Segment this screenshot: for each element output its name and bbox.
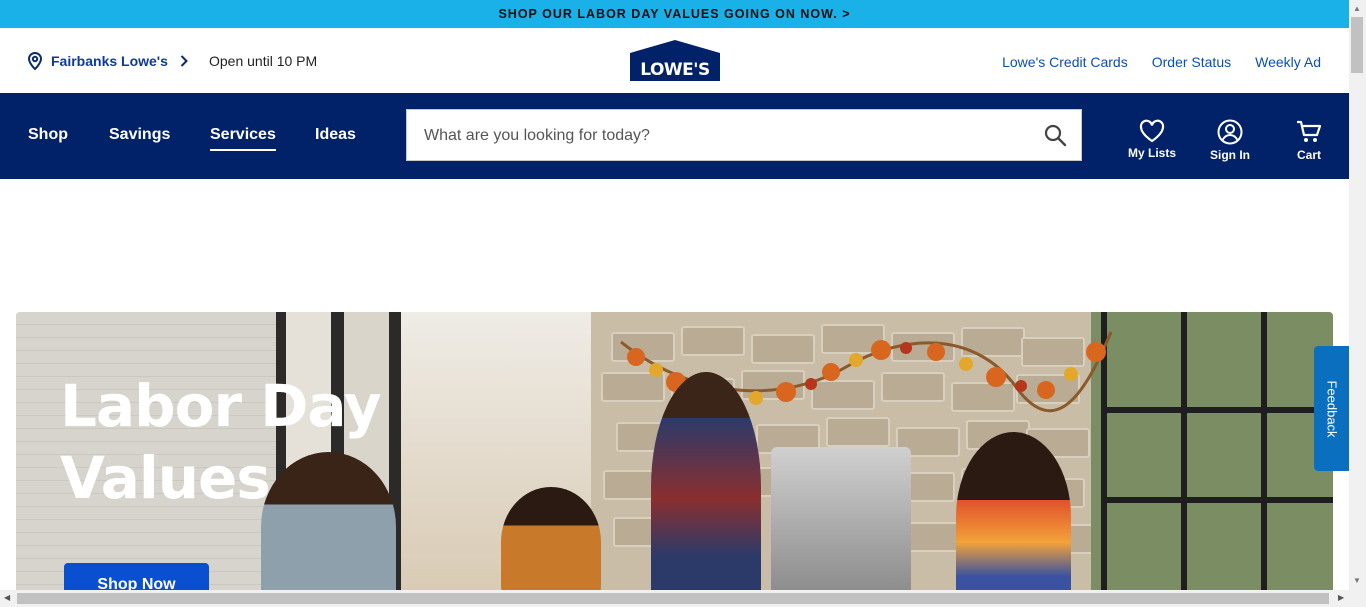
credit-cards-link[interactable]: Lowe's Credit Cards	[1002, 54, 1128, 70]
main-nav: Shop Savings Services Ideas My Lists Sig…	[0, 93, 1349, 179]
feedback-tab[interactable]: Feedback	[1314, 346, 1349, 471]
horizontal-scrollbar-thumb[interactable]	[17, 593, 1329, 604]
cart-button[interactable]: Cart	[1296, 119, 1322, 162]
scroll-right-arrow-icon[interactable]: ▶	[1338, 593, 1344, 602]
heart-icon	[1139, 119, 1165, 143]
promo-banner[interactable]: SHOP OUR LABOR DAY VALUES GOING ON NOW. …	[0, 0, 1349, 28]
scroll-up-arrow-icon[interactable]: ▲	[1353, 4, 1361, 13]
hero-title: Labor Day Values	[60, 370, 382, 514]
feedback-label: Feedback	[1324, 379, 1339, 438]
my-lists-label: My Lists	[1128, 146, 1177, 160]
vertical-scrollbar-thumb[interactable]	[1351, 17, 1363, 73]
location-pin-icon	[28, 52, 42, 70]
person-man-photo	[651, 372, 761, 590]
hero-title-line1: Labor Day	[60, 372, 382, 440]
my-lists-button[interactable]: My Lists	[1128, 119, 1176, 160]
cart-label: Cart	[1296, 148, 1321, 162]
nav-savings[interactable]: Savings	[109, 126, 170, 144]
hero-banner[interactable]: Labor Day Values Shop Now	[16, 312, 1333, 590]
sign-in-button[interactable]: Sign In	[1210, 119, 1250, 162]
hero-photo-windows	[1091, 312, 1333, 590]
weekly-ad-link[interactable]: Weekly Ad	[1255, 54, 1321, 70]
nav-services[interactable]: Services	[210, 126, 276, 151]
scroll-down-arrow-icon[interactable]: ▼	[1353, 576, 1361, 585]
store-hours: Open until 10 PM	[209, 53, 318, 69]
store-name[interactable]: Fairbanks Lowe's	[51, 53, 168, 69]
utility-links: Lowe's Credit Cards Order Status Weekly …	[1002, 54, 1321, 70]
horizontal-scrollbar[interactable]: ◀ ▶	[0, 590, 1366, 607]
cart-icon	[1297, 120, 1322, 142]
scroll-left-arrow-icon[interactable]: ◀	[4, 593, 10, 602]
hero-title-line2: Values	[60, 444, 271, 512]
vertical-scrollbar[interactable]: ▲ ▼	[1349, 0, 1366, 590]
store-selector[interactable]: Fairbanks Lowe's	[28, 52, 197, 70]
nav-shop[interactable]: Shop	[28, 126, 68, 144]
nav-ideas[interactable]: Ideas	[315, 126, 356, 144]
grill-photo	[771, 447, 911, 590]
shop-now-button[interactable]: Shop Now	[64, 563, 209, 590]
chevron-right-icon	[180, 55, 188, 67]
lowes-logo[interactable]: LOWE'S	[630, 40, 720, 82]
search-box	[406, 109, 1082, 162]
sign-in-label: Sign In	[1210, 148, 1250, 162]
utility-bar: Fairbanks Lowe's Open until 10 PM LOWE'S…	[0, 28, 1349, 93]
promo-banner-text[interactable]: SHOP OUR LABOR DAY VALUES GOING ON NOW. …	[498, 7, 850, 21]
search-input[interactable]	[407, 110, 1026, 162]
person-girl-photo	[956, 432, 1071, 590]
user-circle-icon	[1217, 119, 1243, 145]
svg-text:LOWE'S: LOWE'S	[640, 60, 710, 80]
person-boy-photo	[501, 487, 601, 590]
order-status-link[interactable]: Order Status	[1152, 54, 1231, 70]
search-icon[interactable]	[1043, 123, 1067, 147]
